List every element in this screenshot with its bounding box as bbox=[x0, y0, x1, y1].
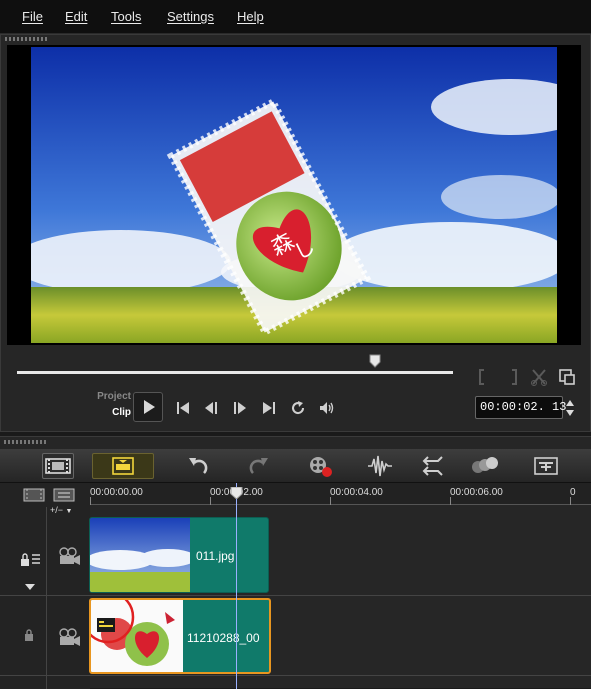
scrubber-track[interactable] bbox=[17, 371, 453, 374]
sound-mixer-icon[interactable] bbox=[366, 453, 394, 479]
ruler-tick bbox=[450, 497, 451, 505]
menu-settings[interactable]: Settings bbox=[167, 9, 214, 24]
film-strip-icon bbox=[45, 458, 71, 474]
add-track-label: +/− bbox=[50, 505, 64, 515]
scrubber-handle[interactable] bbox=[368, 354, 382, 368]
ruler-tick bbox=[330, 497, 331, 505]
record-capture-icon[interactable] bbox=[306, 453, 334, 479]
ruler-tick bbox=[570, 497, 571, 505]
previous-frame-icon[interactable] bbox=[202, 399, 220, 417]
enlarge-preview-icon[interactable] bbox=[557, 367, 577, 387]
ruler-label: 00:00:06.00 bbox=[450, 487, 503, 498]
menu-tools[interactable]: Tools bbox=[111, 9, 141, 24]
play-button[interactable] bbox=[133, 392, 163, 422]
split-clip-icon[interactable] bbox=[529, 367, 549, 387]
ripple-lock-icon[interactable] bbox=[20, 552, 42, 568]
menu-file[interactable]: File bbox=[22, 9, 43, 24]
preview-panel: 森 し Project Clip 00:00:02. 13 bbox=[0, 34, 591, 432]
redo-icon[interactable] bbox=[247, 453, 271, 479]
go-to-end-icon[interactable] bbox=[260, 399, 278, 417]
clip-label: 11210288_00 bbox=[187, 631, 260, 645]
timeline-clip-selected[interactable]: 11210288_00 bbox=[89, 598, 271, 674]
subtitle-editor-icon[interactable] bbox=[532, 453, 560, 479]
panel-grip[interactable] bbox=[5, 37, 49, 41]
show-all-tracks-icon[interactable] bbox=[22, 487, 46, 503]
track-lock-icon[interactable] bbox=[22, 628, 36, 642]
annotation-circle bbox=[91, 600, 135, 644]
timeline-clip[interactable]: 011.jpg bbox=[89, 517, 269, 593]
track-manager-icon[interactable] bbox=[52, 487, 76, 503]
undo-icon[interactable] bbox=[186, 453, 210, 479]
timeline-view-button[interactable] bbox=[92, 453, 154, 479]
playhead-marker-icon[interactable] bbox=[230, 487, 243, 499]
timeline-toolbar bbox=[0, 449, 591, 483]
play-mode-selector[interactable]: Project Clip bbox=[71, 391, 131, 418]
add-track-menu[interactable]: +/− ▼ bbox=[50, 505, 72, 515]
ruler-label: 00:00:00.00 bbox=[90, 487, 143, 498]
go-to-start-icon[interactable] bbox=[174, 399, 192, 417]
timecode-field[interactable]: 00:00:02. 13 bbox=[475, 396, 566, 419]
volume-icon[interactable] bbox=[318, 399, 336, 417]
preview-viewport[interactable]: 森 し bbox=[7, 45, 581, 345]
timeline-panel: +/− ▼ 00:00:00.0000:00:02.0000:00:04.000… bbox=[0, 436, 591, 689]
clip-thumbnail bbox=[90, 518, 190, 592]
repeat-icon[interactable] bbox=[289, 399, 307, 417]
playhead-line[interactable] bbox=[236, 483, 237, 689]
add-track-dropdown-icon: ▼ bbox=[65, 508, 73, 515]
mode-project[interactable]: Project bbox=[71, 391, 131, 402]
panel-grip[interactable] bbox=[4, 440, 48, 444]
mark-in-icon[interactable] bbox=[475, 367, 495, 387]
timecode-spinner-icon[interactable] bbox=[564, 397, 576, 419]
video-track-icon[interactable] bbox=[56, 545, 82, 567]
mark-out-icon[interactable] bbox=[501, 367, 521, 387]
motion-tracking-icon[interactable] bbox=[470, 453, 500, 479]
menu-bar: File Edit Tools Settings Help bbox=[0, 0, 591, 34]
ruler-label: 00:00:04.00 bbox=[330, 487, 383, 498]
track-collapse-icon[interactable] bbox=[24, 583, 36, 591]
preview-frame: 森 し bbox=[31, 47, 557, 343]
play-icon bbox=[144, 400, 155, 414]
ruler-tick bbox=[90, 497, 91, 505]
menu-edit[interactable]: Edit bbox=[65, 9, 87, 24]
auto-music-icon[interactable] bbox=[420, 453, 448, 479]
timeline-view-icon bbox=[112, 457, 134, 475]
menu-help[interactable]: Help bbox=[237, 9, 264, 24]
overlay-track-icon[interactable] bbox=[56, 626, 82, 648]
mode-clip[interactable]: Clip bbox=[71, 407, 131, 418]
storyboard-view-button[interactable] bbox=[42, 453, 74, 479]
clip-label: 011.jpg bbox=[196, 549, 235, 563]
ruler-tick bbox=[210, 497, 211, 505]
next-frame-icon[interactable] bbox=[231, 399, 249, 417]
timeline-ruler[interactable]: 00:00:00.0000:00:02.0000:00:04.0000:00:0… bbox=[90, 483, 591, 505]
